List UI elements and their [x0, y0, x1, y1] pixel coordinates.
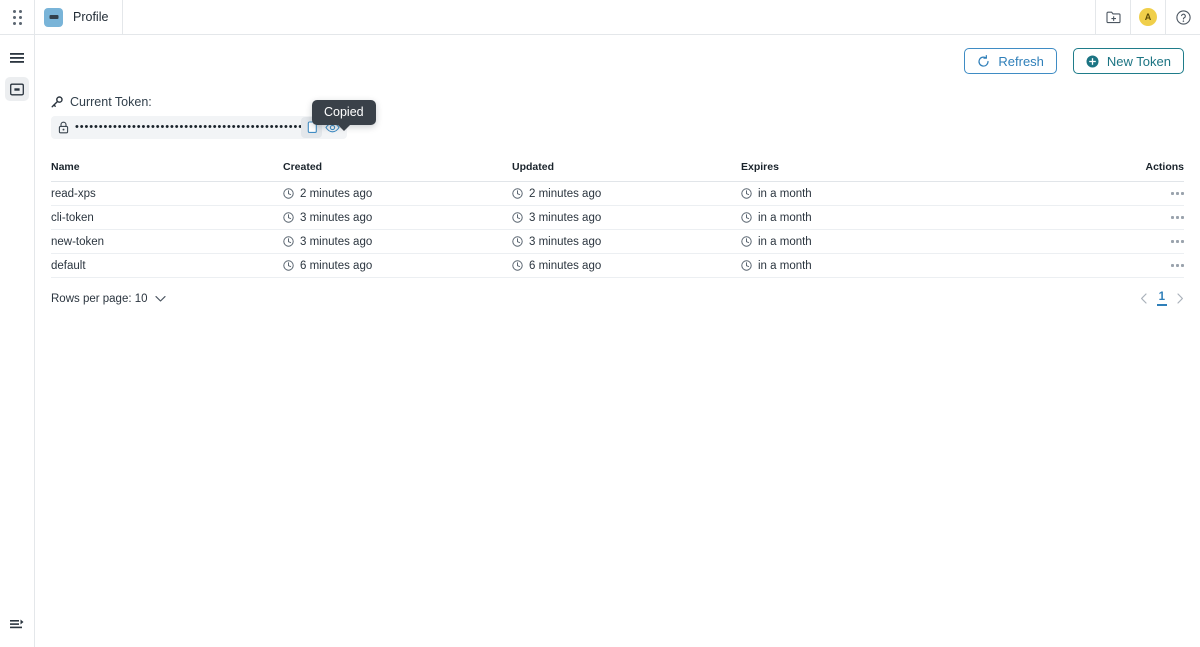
content-area: Refresh New Token Current Token: •••••••… — [35, 35, 1200, 647]
left-rail — [0, 0, 35, 647]
clock-icon — [512, 188, 523, 199]
cell-updated: 2 minutes ago — [512, 181, 741, 206]
clock-icon — [741, 260, 752, 271]
chevron-left-icon[interactable] — [1140, 293, 1148, 304]
current-token-label-row: Current Token: — [51, 95, 1184, 109]
page-number-1[interactable]: 1 — [1156, 291, 1167, 306]
cell-expires: in a month — [741, 205, 1104, 230]
table-footer: Rows per page: 10 1 — [51, 291, 1184, 306]
clock-icon — [283, 236, 294, 247]
table-row[interactable]: default 6 minutes ago 6 minutes ago in a mo… — [51, 253, 1184, 278]
column-header-created[interactable]: Created — [283, 161, 512, 182]
cell-created: 3 minutes ago — [283, 229, 512, 254]
cell-name: default — [51, 253, 283, 278]
page-toolbar: Refresh New Token — [51, 35, 1184, 74]
rail-grip-area — [0, 0, 34, 35]
cell-name: cli-token — [51, 205, 283, 230]
clock-icon — [283, 260, 294, 271]
rows-per-page-label: Rows per page: 10 — [51, 292, 148, 305]
tokens-table-head: Name Created Updated Expires Actions — [51, 161, 1184, 182]
more-horizontal-icon[interactable] — [1104, 216, 1184, 219]
column-header-updated[interactable]: Updated — [512, 161, 741, 182]
cell-updated: 3 minutes ago — [512, 205, 741, 230]
cell-actions — [1104, 253, 1184, 278]
application-window: Profile A Refresh New Token Current Toke… — [0, 0, 1200, 647]
more-horizontal-icon[interactable] — [1104, 240, 1184, 243]
sidebar-collapse-icon[interactable] — [5, 612, 29, 636]
avatar-initial: A — [1139, 8, 1157, 26]
column-header-actions: Actions — [1104, 161, 1184, 182]
panel-toggle-icon[interactable] — [5, 77, 29, 101]
cell-actions — [1104, 205, 1184, 230]
pagination: 1 — [1140, 291, 1184, 306]
main-column: Profile A Refresh New Token Current Toke… — [35, 0, 1200, 647]
rail-bottom-area — [5, 612, 29, 636]
tokens-table: Name Created Updated Expires Actions rea… — [51, 161, 1184, 278]
chevron-right-icon[interactable] — [1176, 293, 1184, 304]
avatar[interactable]: A — [1130, 0, 1165, 35]
clock-icon — [741, 188, 752, 199]
plus-circle-icon — [1086, 55, 1099, 68]
tab-profile[interactable]: Profile — [35, 0, 124, 35]
new-folder-icon[interactable] — [1095, 0, 1130, 35]
drag-grip-icon[interactable] — [12, 9, 22, 25]
lock-icon — [58, 121, 69, 134]
clock-icon — [283, 212, 294, 223]
clock-icon — [741, 236, 752, 247]
cell-name: read-xps — [51, 181, 283, 206]
tokens-table-body: read-xps 2 minutes ago 2 minutes ago in a m… — [51, 181, 1184, 278]
more-horizontal-icon[interactable] — [1104, 192, 1184, 195]
cell-updated: 6 minutes ago — [512, 253, 741, 278]
cell-expires: in a month — [741, 253, 1104, 278]
tab-title: Profile — [73, 10, 109, 24]
cell-updated: 3 minutes ago — [512, 229, 741, 254]
copied-tooltip: Copied — [312, 100, 376, 125]
table-row[interactable]: read-xps 2 minutes ago 2 minutes ago in a m… — [51, 181, 1184, 206]
key-icon — [51, 96, 63, 108]
clock-icon — [741, 212, 752, 223]
help-circle-icon[interactable] — [1165, 0, 1200, 35]
cell-actions — [1104, 229, 1184, 254]
current-token-field[interactable]: ••••••••••••••••••••••••••••••••••••••••… — [51, 116, 347, 139]
refresh-label: Refresh — [998, 53, 1044, 69]
new-token-label: New Token — [1106, 53, 1171, 69]
cell-name: new-token — [51, 229, 283, 254]
top-bar: Profile A — [35, 0, 1200, 35]
clock-icon — [512, 236, 523, 247]
current-token-label: Current Token: — [70, 95, 152, 109]
app-logo-icon — [44, 7, 63, 27]
cell-actions — [1104, 181, 1184, 206]
rail-buttons — [5, 35, 29, 101]
cell-created: 2 minutes ago — [283, 181, 512, 206]
table-row[interactable]: cli-token 3 minutes ago 3 minutes ago in a … — [51, 205, 1184, 230]
rows-per-page-select[interactable]: Rows per page: 10 — [51, 293, 166, 305]
column-header-expires[interactable]: Expires — [741, 161, 1104, 182]
cell-expires: in a month — [741, 229, 1104, 254]
hamburger-menu-icon[interactable] — [5, 46, 29, 70]
cell-created: 6 minutes ago — [283, 253, 512, 278]
copied-tooltip-text: Copied — [324, 105, 364, 119]
table-row[interactable]: new-token 3 minutes ago 3 minutes ago in a … — [51, 229, 1184, 254]
clock-icon — [512, 260, 523, 271]
cell-expires: in a month — [741, 181, 1104, 206]
table-header-row: Name Created Updated Expires Actions — [51, 161, 1184, 182]
clock-icon — [512, 212, 523, 223]
chevron-down-icon — [154, 295, 166, 303]
top-bar-right: A — [1095, 0, 1200, 35]
clock-icon — [283, 188, 294, 199]
new-token-button[interactable]: New Token — [1072, 48, 1184, 74]
column-header-name[interactable]: Name — [51, 161, 283, 182]
refresh-button[interactable]: Refresh — [964, 48, 1057, 74]
cell-created: 3 minutes ago — [283, 205, 512, 230]
refresh-icon — [977, 54, 990, 68]
token-masked-value: ••••••••••••••••••••••••••••••••••••••••… — [75, 122, 301, 133]
more-horizontal-icon[interactable] — [1104, 264, 1184, 267]
